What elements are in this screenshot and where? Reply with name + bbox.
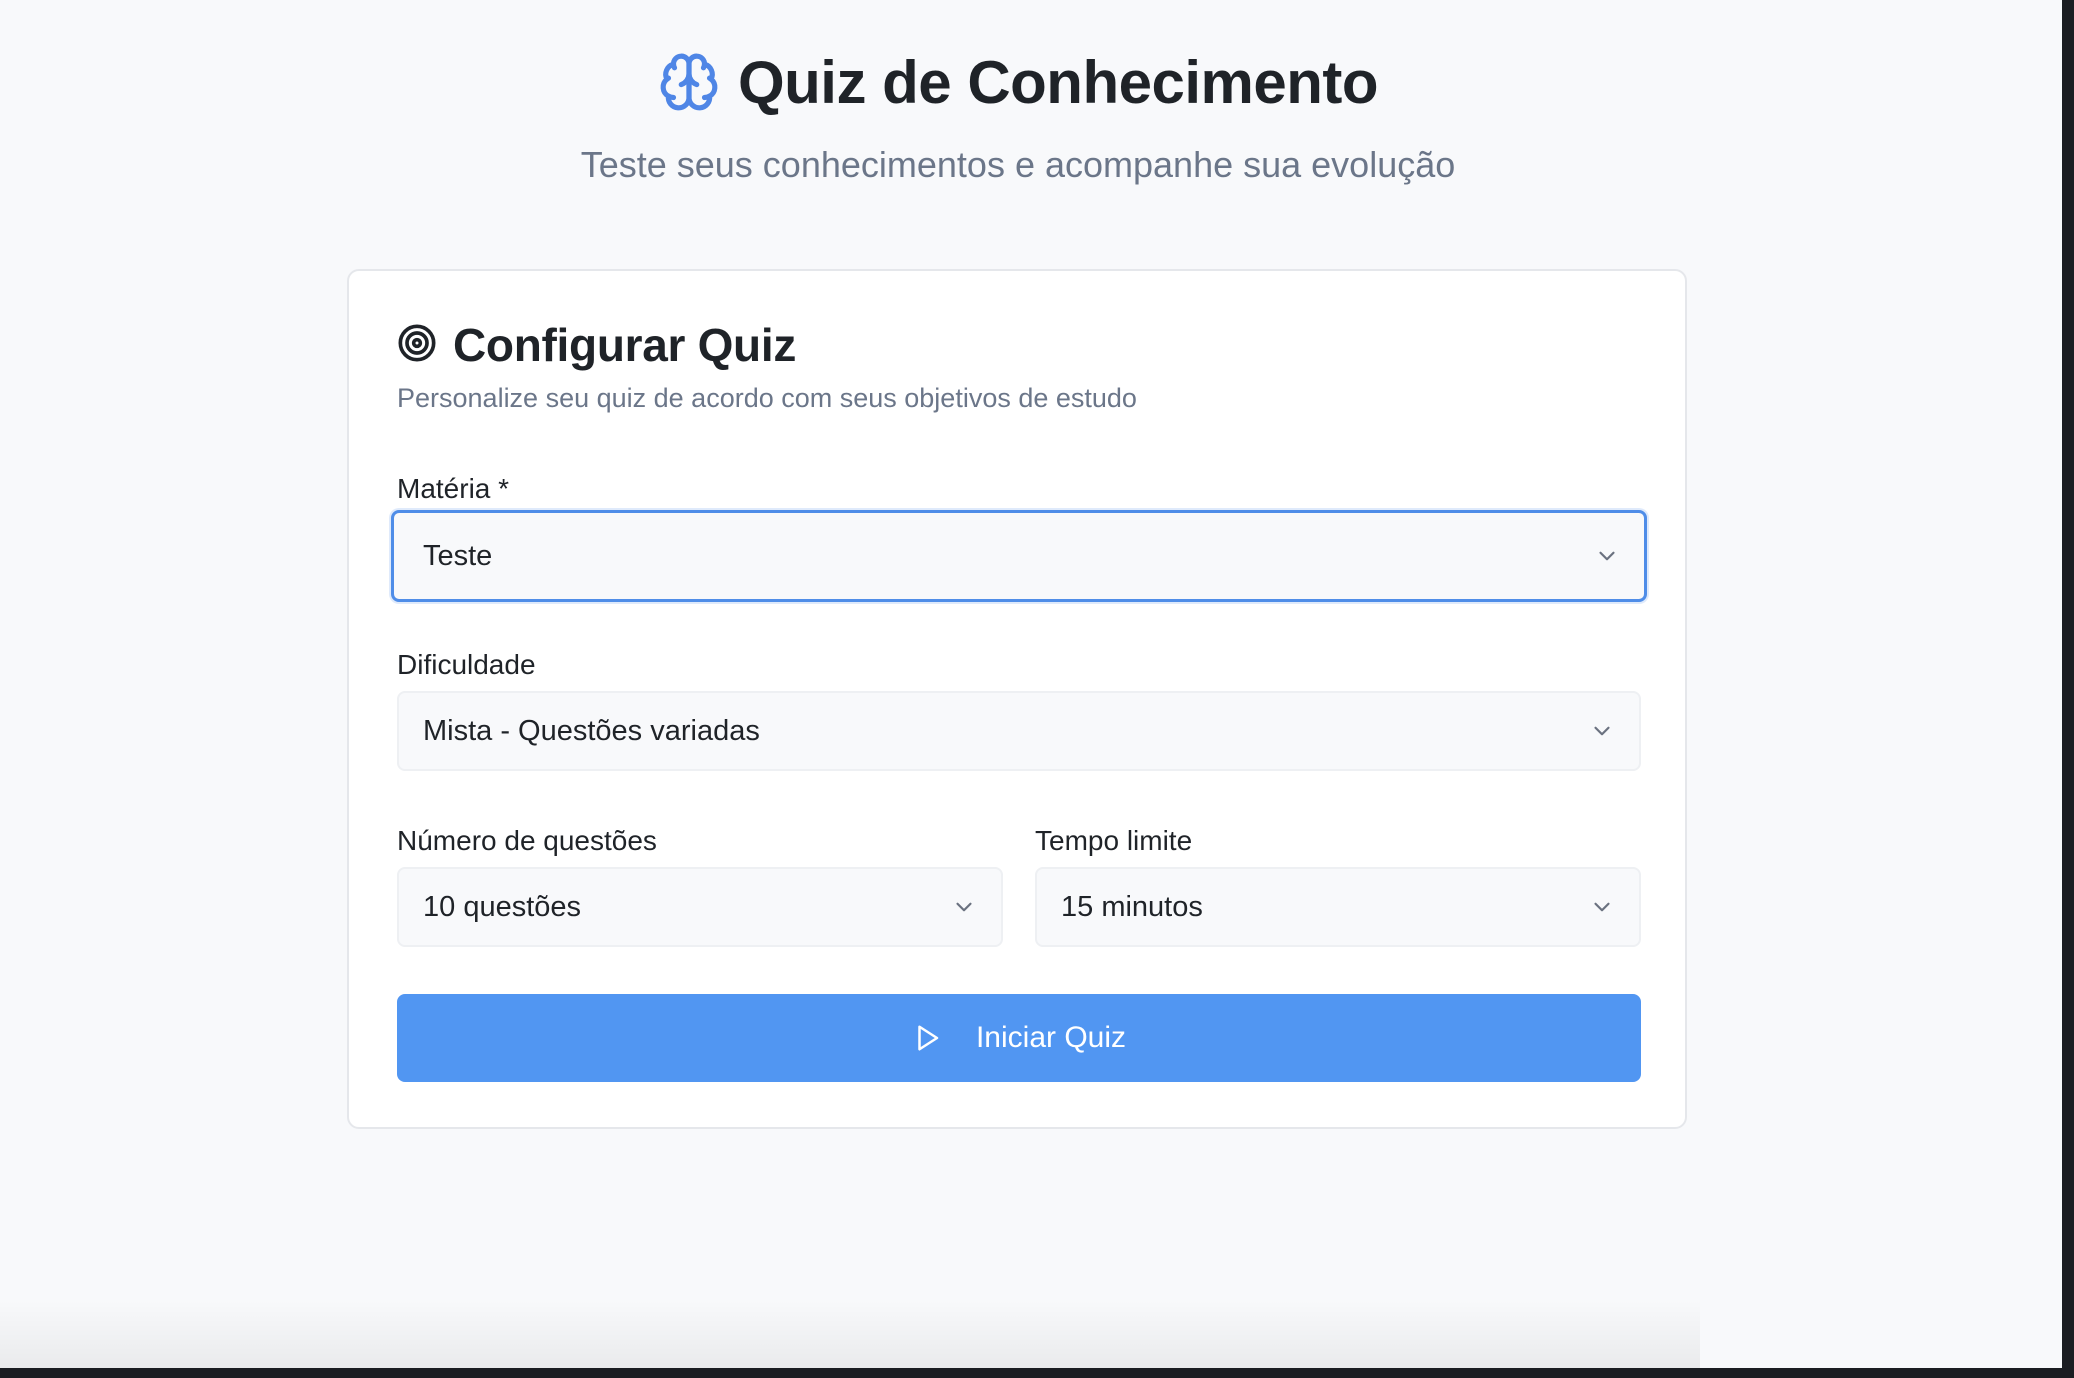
time-limit-select[interactable]: 15 minutos bbox=[1035, 867, 1641, 947]
window-edge-bottom bbox=[0, 1368, 2074, 1378]
card-title: Configurar Quiz bbox=[453, 319, 797, 371]
brain-icon bbox=[658, 51, 720, 113]
start-quiz-button[interactable]: Iniciar Quiz bbox=[397, 994, 1641, 1082]
page: Quiz de Conhecimento Teste seus conhecim… bbox=[0, 0, 2062, 1368]
card-title-row: Configurar Quiz bbox=[397, 315, 796, 375]
page-subtitle: Teste seus conhecimentos e acompanhe sua… bbox=[580, 144, 1456, 185]
question-count-select[interactable]: 10 questões bbox=[397, 867, 1003, 947]
subject-label: Matéria * bbox=[397, 473, 510, 504]
start-quiz-label: Iniciar Quiz bbox=[975, 1021, 1127, 1054]
subject-value: Teste bbox=[423, 539, 493, 572]
quiz-config-card: Configurar Quiz Personalize seu quiz de … bbox=[347, 269, 1687, 1129]
chevron-down-icon bbox=[951, 894, 977, 920]
page-header: Quiz de Conhecimento Teste seus conhecim… bbox=[0, 44, 2036, 186]
question-count-label: Número de questões bbox=[397, 825, 657, 856]
page-title: Quiz de Conhecimento bbox=[737, 48, 1379, 116]
target-icon bbox=[397, 323, 437, 368]
chevron-down-icon bbox=[1594, 543, 1620, 569]
title-row: Quiz de Conhecimento bbox=[658, 44, 1379, 120]
bottom-shadow bbox=[0, 1300, 1700, 1368]
difficulty-value: Mista - Questões variadas bbox=[423, 714, 760, 747]
chevron-down-icon bbox=[1589, 894, 1615, 920]
time-limit-value: 15 minutos bbox=[1061, 890, 1203, 923]
chevron-down-icon bbox=[1589, 718, 1615, 744]
question-count-value: 10 questões bbox=[423, 890, 582, 923]
window-edge-right bbox=[2062, 0, 2074, 1378]
difficulty-label: Dificuldade bbox=[397, 649, 536, 680]
difficulty-select[interactable]: Mista - Questões variadas bbox=[397, 691, 1641, 771]
card-description: Personalize seu quiz de acordo com seus … bbox=[397, 383, 1137, 413]
subject-select[interactable]: Teste bbox=[391, 510, 1647, 602]
time-limit-label: Tempo limite bbox=[1035, 825, 1193, 856]
play-icon bbox=[912, 1023, 942, 1053]
